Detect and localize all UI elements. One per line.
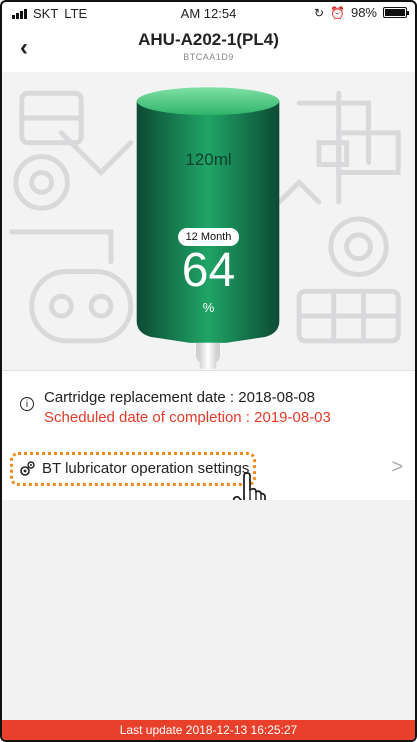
status-bar: SKT LTE AM 12:54 ↻ ⏰ 98% [2,2,415,24]
cartridge-capacity: 120ml [185,150,232,169]
cartridge-graphic [136,87,280,369]
cartridge-top [136,87,280,116]
battery-icon [383,7,409,18]
alarm-icon: ⏰ [330,5,345,20]
page-title: AHU-A202-1(PL4) [138,30,279,49]
last-update-banner: Last update 2018-12-13 16:25:27 [2,720,415,740]
nav-bar: ‹ AHU-A202-1(PL4) BTCAA1D9 [2,24,415,72]
status-right: ↻ ⏰ 98% [313,5,409,20]
completion-date: Scheduled date of completion : 2019-08-0… [44,409,331,426]
remaining-percent: 64 [181,244,236,297]
cartridge-panel: 120ml 12 Month 64 % [2,72,415,370]
rotation-lock-icon: ↻ [313,5,325,20]
percent-unit: % [202,300,215,315]
chevron-right-icon: > [391,456,403,478]
content-empty-area [2,500,415,726]
tap-highlight-outline [10,452,256,486]
info-icon: i [20,397,34,411]
battery-percent: 98% [350,5,377,20]
app-screen: SKT LTE AM 12:54 ↻ ⏰ 98% ‹ AHU-A202-1(PL… [0,0,417,742]
cartridge-info: i Cartridge replacement date : 2018-08-0… [2,370,415,440]
replacement-date: Cartridge replacement date : 2018-08-08 [44,389,315,406]
device-id: BTCAA1D9 [183,52,234,62]
